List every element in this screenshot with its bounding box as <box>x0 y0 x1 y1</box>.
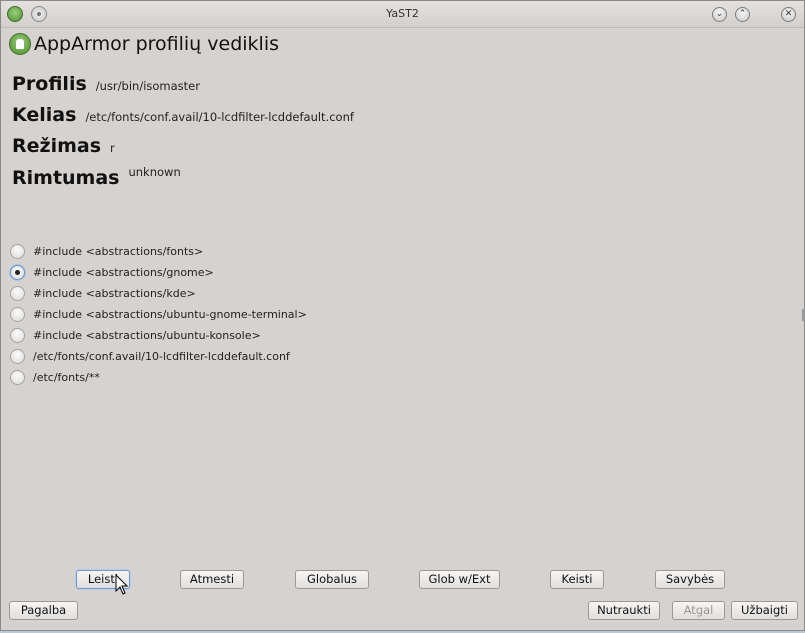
path-value: /etc/fonts/conf.avail/10-lcdfilter-lcdde… <box>85 110 354 124</box>
option-label[interactable]: #include <abstractions/gnome> <box>33 266 214 279</box>
option-fonts-glob[interactable]: /etc/fonts/** <box>10 368 100 386</box>
severity-field: Rimtumas unknown <box>12 165 181 189</box>
radio-button[interactable] <box>10 327 25 343</box>
mode-value: r <box>110 141 115 155</box>
apparmor-icon <box>9 33 31 55</box>
profile-label: Profilis <box>12 73 87 95</box>
close-icon[interactable]: ✕ <box>781 7 796 22</box>
option-label[interactable]: /etc/fonts/conf.avail/10-lcdfilter-lcdde… <box>33 350 290 363</box>
abort-button[interactable]: Nutraukti <box>588 601 660 620</box>
yast-window: YaST2 ⌄ ⌃ ✕ AppArmor profilių vediklis P… <box>0 0 805 631</box>
profile-value: /usr/bin/isomaster <box>95 79 200 93</box>
severity-label: Rimtumas <box>12 167 120 189</box>
path-field: Kelias /etc/fonts/conf.avail/10-lcdfilte… <box>12 104 354 126</box>
option-label[interactable]: #include <abstractions/fonts> <box>33 245 203 258</box>
option-label[interactable]: #include <abstractions/kde> <box>33 287 196 300</box>
radio-button-selected[interactable] <box>10 264 25 280</box>
option-exact-path[interactable]: /etc/fonts/conf.avail/10-lcdfilter-lcdde… <box>10 347 290 365</box>
maximize-icon[interactable]: ⌃ <box>735 7 750 22</box>
glob-ext-button[interactable]: Glob w/Ext <box>419 570 500 589</box>
glob-button[interactable]: Globalus <box>295 570 369 589</box>
minimize-icon[interactable]: ⌄ <box>712 7 727 22</box>
option-abstractions-kde[interactable]: #include <abstractions/kde> <box>10 284 196 302</box>
radio-button[interactable] <box>10 285 25 301</box>
option-ubuntu-konsole[interactable]: #include <abstractions/ubuntu-konsole> <box>10 326 261 344</box>
deny-button[interactable]: Atmesti <box>180 570 244 589</box>
edit-button[interactable]: Keisti <box>550 570 604 589</box>
title-bar[interactable]: YaST2 ⌄ ⌃ ✕ <box>1 1 804 28</box>
radio-button[interactable] <box>10 243 25 259</box>
back-button[interactable]: Atgal <box>672 601 725 620</box>
radio-button[interactable] <box>10 348 25 364</box>
option-abstractions-fonts[interactable]: #include <abstractions/fonts> <box>10 242 203 260</box>
finish-button[interactable]: Užbaigti <box>731 601 798 620</box>
mode-field: Režimas r <box>12 135 115 157</box>
option-label[interactable]: #include <abstractions/ubuntu-konsole> <box>33 329 261 342</box>
option-label[interactable]: /etc/fonts/** <box>33 371 100 384</box>
option-ubuntu-gnome-terminal[interactable]: #include <abstractions/ubuntu-gnome-term… <box>10 305 307 323</box>
radio-button[interactable] <box>10 306 25 322</box>
dialog-title: AppArmor profilių vediklis <box>34 33 279 55</box>
path-label: Kelias <box>12 104 77 126</box>
radio-button[interactable] <box>10 369 25 385</box>
mode-label: Režimas <box>12 135 102 157</box>
mouse-cursor-icon <box>115 574 129 595</box>
help-button[interactable]: Pagalba <box>9 601 78 620</box>
properties-button[interactable]: Savybės <box>655 570 725 589</box>
option-abstractions-gnome[interactable]: #include <abstractions/gnome> <box>10 263 214 281</box>
dialog-heading: AppArmor profilių vediklis <box>9 32 279 56</box>
option-label[interactable]: #include <abstractions/ubuntu-gnome-term… <box>33 308 307 321</box>
profile-field: Profilis /usr/bin/isomaster <box>12 73 200 95</box>
window-title: YaST2 <box>386 7 419 20</box>
severity-value: unknown <box>128 165 181 179</box>
